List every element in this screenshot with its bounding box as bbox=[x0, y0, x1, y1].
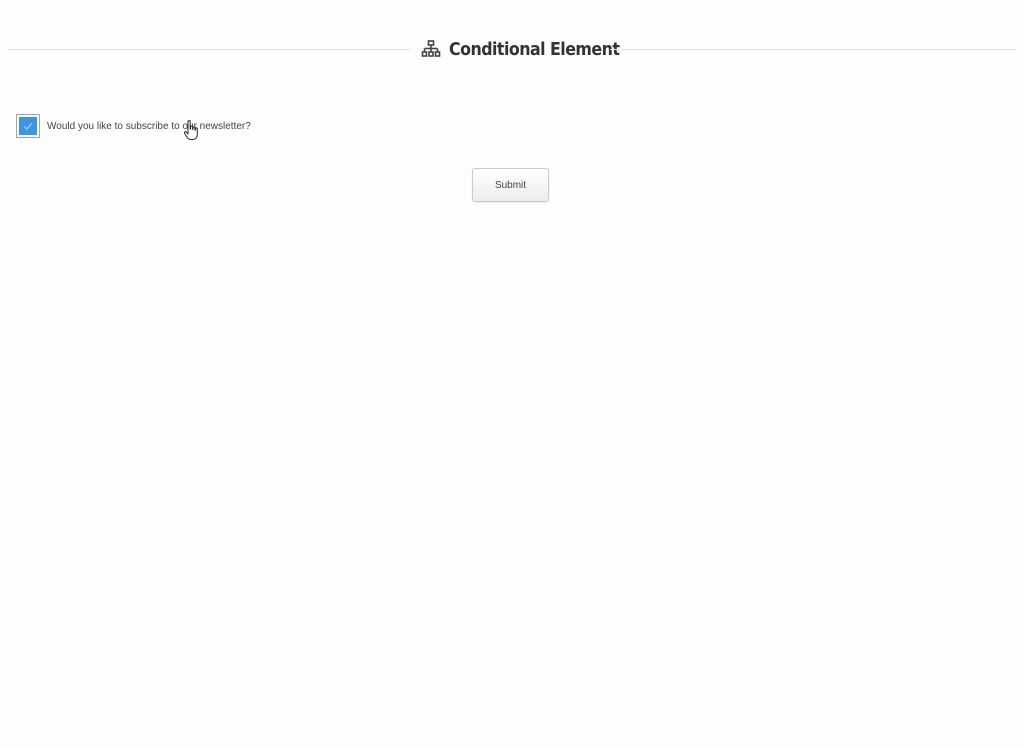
form-page: Conditional Element Would you like to su… bbox=[0, 0, 1024, 748]
newsletter-checkbox[interactable] bbox=[16, 114, 40, 138]
section-title: Conditional Element bbox=[449, 38, 620, 60]
checkbox-checked-fill bbox=[19, 117, 37, 135]
newsletter-label[interactable]: Would you like to subscribe to our newsl… bbox=[47, 121, 251, 132]
heading-divider-right bbox=[610, 49, 1016, 50]
submit-button[interactable]: Submit bbox=[472, 168, 549, 202]
newsletter-option: Would you like to subscribe to our newsl… bbox=[16, 114, 251, 138]
heading-divider-left bbox=[8, 49, 410, 50]
sitemap-icon bbox=[421, 39, 441, 59]
section-heading: Conditional Element bbox=[8, 34, 1016, 64]
checkmark-icon bbox=[23, 122, 33, 131]
